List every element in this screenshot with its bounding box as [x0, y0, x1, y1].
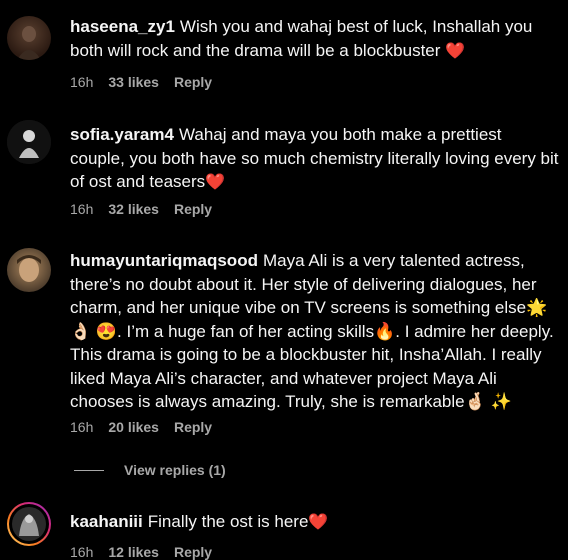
comment-text: kaahaniii Finally the ost is here❤️ [70, 510, 560, 535]
comment-meta: 16h 20 likes Reply [70, 419, 227, 435]
comment-username[interactable]: humayuntariqmaqsood [70, 251, 258, 270]
view-replies-label: View replies (1) [124, 462, 226, 478]
heart-emoji-icon: ❤️ [445, 42, 466, 60]
comment-meta: 16h 12 likes Reply [70, 544, 227, 560]
comment-time: 16h [70, 544, 94, 560]
avatar-image-icon [17, 255, 41, 282]
comment-likes[interactable]: 12 likes [108, 544, 159, 560]
comment-meta: 16h 33 likes Reply [70, 74, 227, 90]
comment-likes[interactable]: 33 likes [108, 74, 159, 90]
avatar-image-icon [17, 26, 41, 60]
reply-button[interactable]: Reply [174, 201, 212, 217]
avatar[interactable] [7, 248, 51, 292]
comment-text: sofia.yaram4 Wahaj and maya you both make… [70, 123, 560, 195]
comment-text: haseena_zy1 Wish you and wahaj best of lu… [70, 15, 560, 63]
comment-meta: 16h 32 likes Reply [70, 201, 227, 217]
reply-button[interactable]: Reply [174, 74, 212, 90]
heart-emoji-icon: ❤️ [205, 174, 226, 191]
comment-text: humayuntariqmaqsood Maya Ali is a very ta… [70, 249, 560, 414]
avatar-story-ring[interactable] [7, 502, 51, 546]
avatar[interactable] [7, 120, 51, 164]
avatar-image-icon [12, 507, 46, 541]
comment-likes[interactable]: 32 likes [108, 201, 159, 217]
avatar-image-icon [7, 120, 51, 164]
view-replies-button[interactable]: View replies (1) [74, 462, 226, 478]
reply-button[interactable]: Reply [174, 419, 212, 435]
comment-time: 16h [70, 201, 94, 217]
comment-time: 16h [70, 74, 94, 90]
heart-emoji-icon: ❤️ [308, 514, 329, 531]
avatar[interactable] [7, 16, 51, 60]
comment-username[interactable]: sofia.yaram4 [70, 125, 174, 144]
comment-likes[interactable]: 20 likes [108, 419, 159, 435]
comment-time: 16h [70, 419, 94, 435]
comment-body: Finally the ost is here [147, 512, 309, 531]
replies-divider [74, 469, 104, 471]
comment-username[interactable]: haseena_zy1 [70, 17, 175, 36]
comment-body: Maya Ali is a very talented actress, the… [70, 251, 554, 411]
comment-username[interactable]: kaahaniii [70, 512, 143, 531]
reply-button[interactable]: Reply [174, 544, 212, 560]
